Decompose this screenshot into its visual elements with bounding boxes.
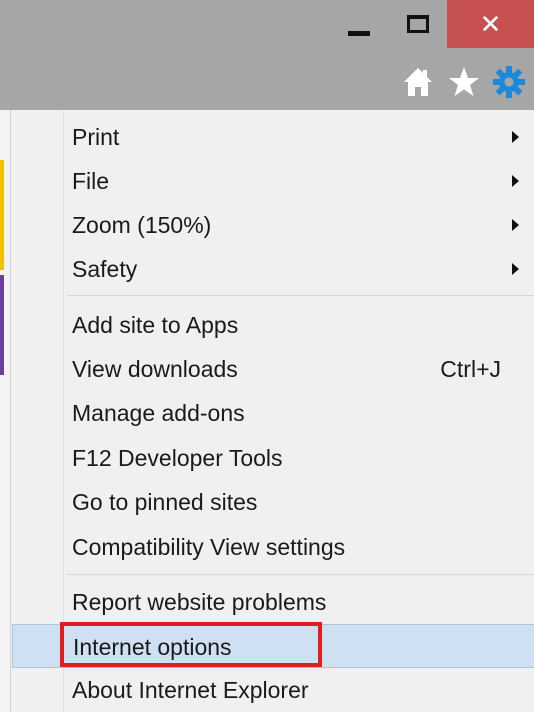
menu-item-manage-add-ons[interactable]: Manage add-ons — [11, 391, 534, 435]
menu-item-report-website-problems[interactable]: Report website problems — [11, 580, 534, 624]
menu-item-safety[interactable]: Safety — [11, 247, 534, 291]
settings-gear-icon[interactable] — [492, 65, 526, 99]
minimize-icon — [348, 30, 370, 36]
menu-item-label: Go to pinned sites — [72, 489, 258, 515]
menu-item-label: Compatibility View settings — [72, 534, 346, 560]
menu-item-go-to-pinned-sites[interactable]: Go to pinned sites — [11, 480, 534, 524]
page-edge-mark — [0, 160, 4, 270]
menu-item-about-internet-explorer[interactable]: About Internet Explorer — [11, 668, 534, 712]
menu-separator — [67, 574, 534, 575]
close-button[interactable]: ✕ — [447, 0, 534, 48]
menu-item-shortcut: Ctrl+J — [440, 356, 501, 382]
menu-item-label: View downloads — [72, 356, 238, 382]
annotation-highlight-box — [60, 622, 322, 667]
submenu-arrow-icon — [512, 175, 519, 187]
menu-item-add-site-to-apps[interactable]: Add site to Apps — [11, 303, 534, 347]
menu-separator — [67, 295, 534, 296]
menu-item-label: F12 Developer Tools — [72, 445, 283, 471]
menu-item-label: Add site to Apps — [72, 312, 239, 338]
menu-item-print[interactable]: Print — [11, 115, 534, 159]
menu-item-label: Safety — [72, 256, 138, 282]
menu-item-label: Zoom (150%) — [72, 212, 212, 238]
minimize-button[interactable] — [330, 0, 388, 48]
submenu-arrow-icon — [512, 219, 519, 231]
menu-item-compatibility-view-settings[interactable]: Compatibility View settings — [11, 525, 534, 569]
maximize-icon — [407, 15, 429, 33]
submenu-arrow-icon — [512, 263, 519, 275]
menu-item-label: Manage add-ons — [72, 400, 245, 426]
menu-item-label: Report website problems — [72, 589, 327, 615]
command-toolbar — [0, 53, 534, 110]
menu-item-view-downloads[interactable]: View downloads Ctrl+J — [11, 347, 534, 391]
page-edge-mark — [0, 275, 4, 375]
menu-item-label: About Internet Explorer — [72, 677, 309, 703]
submenu-arrow-icon — [512, 131, 519, 143]
menu-item-developer-tools[interactable]: F12 Developer Tools — [11, 436, 534, 480]
title-bar: ✕ — [0, 0, 534, 53]
menu-item-file[interactable]: File — [11, 159, 534, 203]
menu-item-label: File — [72, 168, 110, 194]
favorites-star-icon[interactable] — [447, 65, 481, 99]
home-icon[interactable] — [401, 65, 435, 99]
menu-item-zoom[interactable]: Zoom (150%) — [11, 203, 534, 247]
menu-item-label: Print — [72, 124, 120, 150]
close-icon: ✕ — [479, 8, 502, 39]
maximize-button[interactable] — [390, 0, 446, 48]
